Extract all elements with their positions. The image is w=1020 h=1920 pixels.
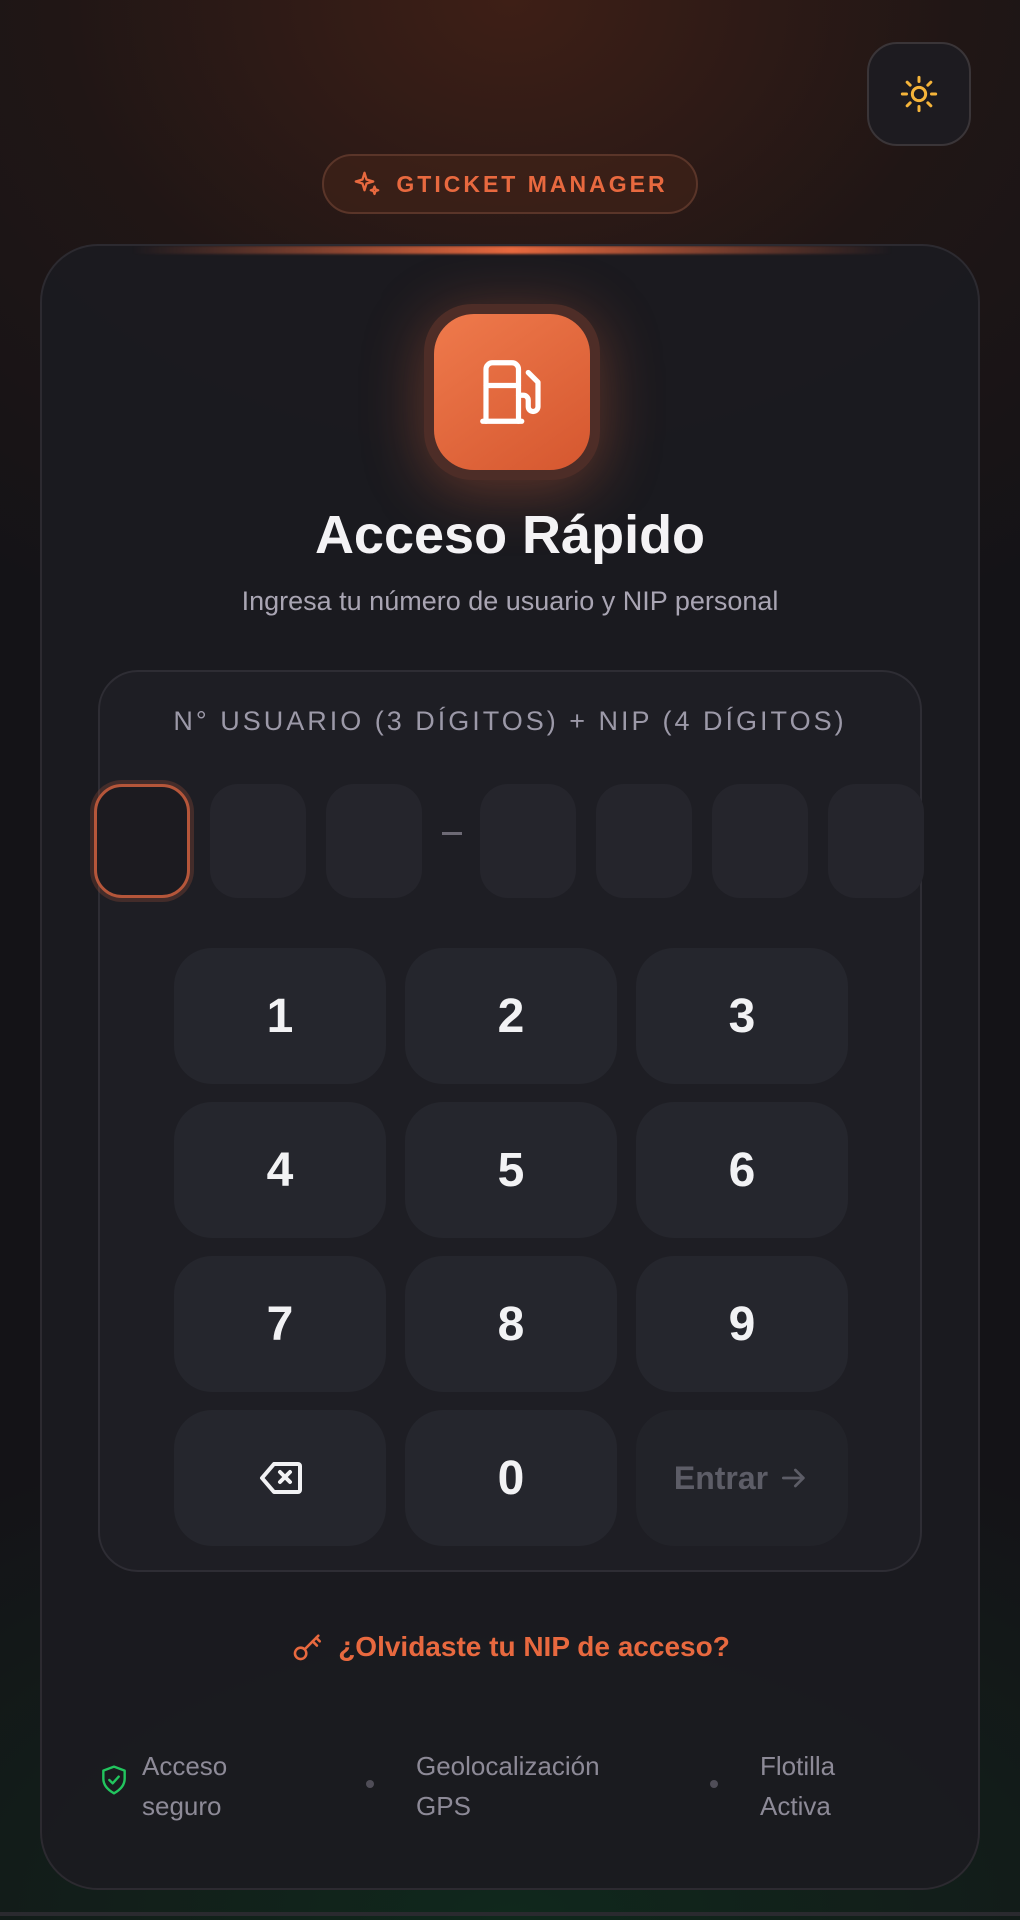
user-digit-slot-1[interactable] [94,784,190,898]
sun-icon [900,75,938,113]
keypad-key-5[interactable]: 5 [405,1102,617,1238]
pin-digit-slot-1[interactable] [480,784,576,898]
feature-separator-dot [710,1780,718,1788]
keypad-key-2[interactable]: 2 [405,948,617,1084]
keypad-key-8[interactable]: 8 [405,1256,617,1392]
feature-separator-dot [366,1780,374,1788]
keypad-key-4[interactable]: 4 [174,1102,386,1238]
backspace-icon [260,1462,302,1494]
pin-entry-panel: N° USUARIO (3 DÍGITOS) + NIP (4 DÍGITOS)… [94,670,924,1572]
forgot-pin-label: ¿Olvidaste tu NIP de acceso? [338,1631,730,1662]
login-card: Acceso Rápido Ingresa tu número de usuar… [40,244,980,1890]
card-top-glow [132,246,892,254]
pin-digit-slot-4[interactable] [828,784,924,898]
key-icon [293,1634,322,1661]
digit-separator [442,832,462,835]
sparkles-icon [355,171,380,196]
enter-button-label: Entrar [673,1459,769,1496]
page-subtitle: Ingresa tu número de usuario y NIP perso… [241,586,779,616]
app-badge-label: GTICKET MANAGER [396,170,668,197]
feature-fleet: Flotilla Activa [760,1751,836,1821]
theme-toggle-button[interactable] [867,42,971,146]
keypad-key-9[interactable]: 9 [636,1256,848,1392]
feature-secure-access: Acceso seguro [142,1751,228,1821]
app-logo [424,304,600,480]
fuel-pump-icon [480,360,541,424]
feature-gps: Geolocalización GPS [416,1751,600,1821]
bottom-divider [0,1912,1020,1916]
backspace-button[interactable] [174,1410,386,1546]
enter-button[interactable]: Entrar [636,1410,848,1546]
forgot-pin-link[interactable]: ¿Olvidaste tu NIP de acceso? [42,1630,978,1664]
user-digit-slot-2[interactable] [210,784,306,898]
app-badge: GTICKET MANAGER [322,154,698,214]
pin-entry-label: N° USUARIO (3 DÍGITOS) + NIP (4 DÍGITOS) [173,706,847,736]
keypad-key-1[interactable]: 1 [174,948,386,1084]
keypad-key-7[interactable]: 7 [174,1256,386,1392]
shield-check-icon [102,1765,126,1795]
keypad-key-3[interactable]: 3 [636,948,848,1084]
page-title: Acceso Rápido [314,505,706,565]
arrow-right-icon [782,1468,805,1488]
user-digit-slot-3[interactable] [326,784,422,898]
keypad-key-6[interactable]: 6 [636,1102,848,1238]
pin-digit-slot-3[interactable] [712,784,808,898]
pin-digit-slot-2[interactable] [596,784,692,898]
keypad-key-0[interactable]: 0 [405,1410,617,1546]
